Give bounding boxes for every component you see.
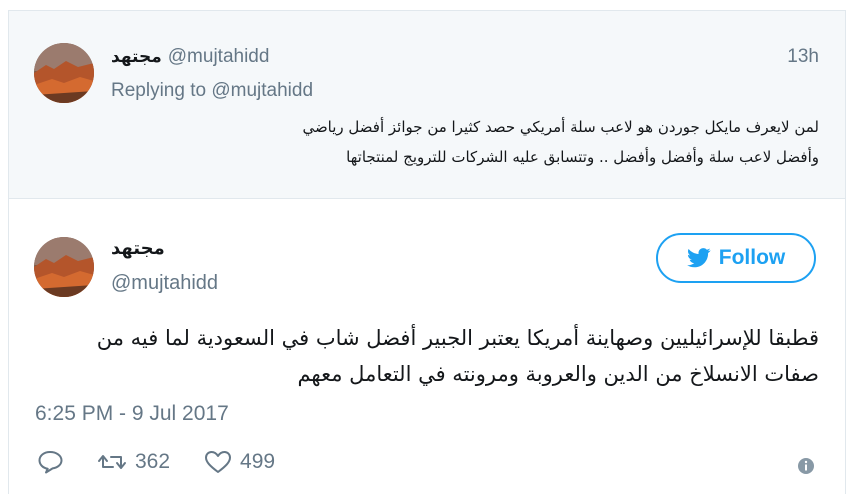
author-display-name[interactable]: مجتهد	[111, 238, 165, 259]
like-action[interactable]: 499	[204, 450, 275, 474]
replying-prefix: Replying to	[111, 80, 207, 101]
replying-to-line: Replying to @mujtahidd	[111, 80, 313, 102]
main-text-line: قطبقا للإسرائيليين وصهاينة أمريكا يعتبر …	[96, 326, 819, 350]
like-count: 499	[240, 450, 276, 473]
heart-icon	[205, 451, 232, 473]
reply-text-line: وأفضل لاعب سلة وأفضل وأفضل .. وتتسابق عل…	[346, 148, 819, 166]
avatar[interactable]	[34, 237, 94, 297]
retweet-count: 362	[135, 450, 171, 473]
avatar-image	[34, 43, 94, 103]
tweet-actions: 362 499	[37, 450, 309, 474]
main-text-line: صفات الانسلاخ من الدين والعروبة ومرونته …	[297, 362, 819, 386]
retweet-action[interactable]: 362	[97, 450, 170, 474]
author-display-name[interactable]: مجتهد	[111, 47, 162, 67]
reply-action[interactable]	[37, 450, 63, 474]
reply-text-line: لمن لايعرف مايكل جوردن هو لاعب سلة أمريك…	[302, 118, 819, 136]
author-handle[interactable]: @mujtahidd	[111, 272, 218, 295]
tweet-datetime[interactable]: 6:25 PM - 9 Jul 2017	[35, 402, 229, 426]
reply-tweet-text: لمن لايعرف مايكل جوردن هو لاعب سلة أمريك…	[99, 112, 819, 172]
replying-mention-link[interactable]: @mujtahidd	[211, 80, 313, 101]
twitter-bird-icon	[686, 248, 711, 268]
avatar[interactable]	[34, 43, 94, 103]
tweet-time-ago[interactable]: 13h	[787, 46, 819, 68]
follow-button[interactable]: Follow	[656, 233, 816, 283]
main-tweet-text: قطبقا للإسرائيليين وصهاينة أمريكا يعتبر …	[39, 320, 819, 392]
avatar-image	[34, 237, 94, 297]
author-handle[interactable]: @mujtahidd	[168, 46, 270, 68]
reply-author-row: مجتهد @mujtahidd	[111, 46, 269, 68]
reply-bubble-icon	[38, 451, 63, 474]
info-icon[interactable]	[796, 456, 816, 476]
retweet-icon	[98, 455, 126, 469]
follow-label: Follow	[718, 246, 786, 269]
